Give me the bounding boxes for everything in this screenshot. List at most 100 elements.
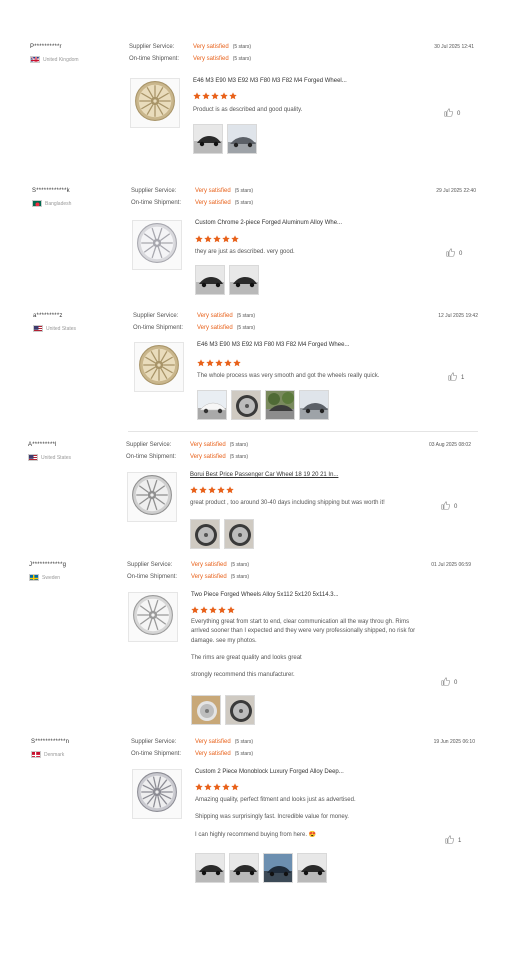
product-title-link[interactable]: E46 M3 E90 M3 E92 M3 F80 M3 F82 M4 Forge… xyxy=(193,78,347,84)
on-time-shipment-label: On-time Shipment: xyxy=(126,454,177,460)
thumbs-up-icon xyxy=(448,372,457,383)
supplier-service-value: Very satisfied (5 stars) xyxy=(197,313,255,319)
review-date: 19 Jun 2025 06:10 xyxy=(433,739,475,745)
review-divider xyxy=(128,431,478,432)
on-time-shipment-label: On-time Shipment: xyxy=(131,751,182,757)
black-car-photo[interactable] xyxy=(297,853,327,883)
product-title-link[interactable]: Custom 2 Piece Monoblock Luxury Forged A… xyxy=(195,769,344,775)
on-time-shipment-value: Very satisfied (5 stars) xyxy=(193,56,251,62)
on-time-shipment-text: Very satisfied xyxy=(190,454,226,460)
star-icon xyxy=(204,783,212,791)
thumbs-up-icon xyxy=(441,677,450,688)
supplier-service-value: Very satisfied (5 stars) xyxy=(190,442,248,448)
on-time-shipment-text: Very satisfied xyxy=(195,751,231,757)
us-flag-icon xyxy=(28,454,38,461)
comment-paragraph: great product , too around 30-40 days in… xyxy=(190,500,385,506)
star-icon xyxy=(206,359,214,367)
like-button[interactable]: 0 xyxy=(444,108,460,119)
rating-stars xyxy=(190,486,234,494)
star-icon xyxy=(191,606,199,614)
star-icon xyxy=(217,486,225,494)
review-date: 30 Jul 2025 12:41 xyxy=(434,44,474,50)
thumbs-up-icon xyxy=(446,248,455,259)
like-button[interactable]: 1 xyxy=(448,372,464,383)
rating-stars xyxy=(191,606,235,614)
on-time-shipment-label: On-time Shipment: xyxy=(127,574,178,580)
white-car-photo[interactable] xyxy=(197,390,227,420)
rating-stars xyxy=(195,235,239,243)
chrome-wheel-icon xyxy=(136,222,178,269)
reviewer-name: P**********r xyxy=(30,44,62,50)
star-icon xyxy=(195,235,203,243)
supplier-service-value: Very satisfied (5 stars) xyxy=(195,188,253,194)
thumbs-up-icon xyxy=(444,108,453,119)
wheel-photo[interactable] xyxy=(231,390,261,420)
supplier-service-stars: (5 stars) xyxy=(232,44,252,50)
supplier-service-text: Very satisfied xyxy=(191,562,227,568)
review-photos xyxy=(190,519,254,549)
like-button[interactable]: 0 xyxy=(441,501,457,512)
product-thumbnail[interactable] xyxy=(134,342,184,392)
review-comment: Everything great from start to end, clea… xyxy=(191,618,421,688)
on-time-shipment-text: Very satisfied xyxy=(193,56,229,62)
supplier-service-stars: (5 stars) xyxy=(230,562,250,568)
review-photos xyxy=(195,265,259,295)
black-car-photo[interactable] xyxy=(229,853,259,883)
like-button[interactable]: 0 xyxy=(446,248,462,259)
uk-flag-icon xyxy=(30,56,40,63)
supplier-service-stars: (5 stars) xyxy=(236,313,256,319)
product-thumbnail[interactable] xyxy=(130,78,180,128)
star-icon xyxy=(211,92,219,100)
rating-stars xyxy=(193,92,237,100)
country-label: Denmark xyxy=(44,751,65,758)
supplier-service-text: Very satisfied xyxy=(195,188,231,194)
reviewer-name: S************n xyxy=(31,739,70,745)
supplier-service-label: Supplier Service: xyxy=(127,562,173,568)
comment-paragraph: strongly recommend this manufacturer. xyxy=(191,672,295,679)
star-icon xyxy=(204,235,212,243)
mesh-wheel-icon xyxy=(136,771,178,818)
star-icon xyxy=(224,359,232,367)
review-date: 01 Jul 2025 06:59 xyxy=(431,562,471,568)
wheel-photo[interactable] xyxy=(190,519,220,549)
on-time-shipment-stars: (5 stars) xyxy=(234,751,254,757)
wheel-photo[interactable] xyxy=(224,519,254,549)
like-button[interactable]: 1 xyxy=(445,835,461,846)
black-car-photo[interactable] xyxy=(229,265,259,295)
black-car-photo[interactable] xyxy=(195,265,225,295)
product-title-link[interactable]: E46 M3 E90 M3 E92 M3 F80 M3 F82 M4 Forge… xyxy=(197,342,349,348)
like-button[interactable]: 0 xyxy=(441,677,457,688)
star-icon xyxy=(199,486,207,494)
review-date: 03 Aug 2025 08:02 xyxy=(429,442,471,448)
review-comment: they are just as described. very good. xyxy=(195,248,455,265)
thumbs-up-icon xyxy=(441,501,450,512)
blue-car-photo[interactable] xyxy=(263,853,293,883)
wheel-box-photo[interactable] xyxy=(191,695,221,725)
product-title-link[interactable]: Two Piece Forged Wheels Alloy 5x112 5x12… xyxy=(191,592,339,598)
product-thumbnail[interactable] xyxy=(132,769,182,819)
wheel-photo[interactable] xyxy=(225,695,255,725)
us-flag-icon xyxy=(33,325,43,332)
black-car-photo[interactable] xyxy=(193,124,223,154)
on-time-shipment-label: On-time Shipment: xyxy=(129,56,180,62)
grey-car-photo[interactable] xyxy=(227,124,257,154)
black-car-photo[interactable] xyxy=(195,853,225,883)
on-time-shipment-stars: (5 stars) xyxy=(230,574,250,580)
review-date: 12 Jul 2025 19:42 xyxy=(438,313,478,319)
grey-car-photo[interactable] xyxy=(299,390,329,420)
reviewer-country: Sweden xyxy=(29,574,60,581)
tree-car-photo[interactable] xyxy=(265,390,295,420)
comment-paragraph: they are just as described. very good. xyxy=(195,249,295,255)
product-thumbnail[interactable] xyxy=(128,592,178,642)
review-photos xyxy=(197,390,329,420)
on-time-shipment-stars: (5 stars) xyxy=(229,454,249,460)
star-icon xyxy=(197,359,205,367)
product-thumbnail[interactable] xyxy=(127,472,177,522)
product-title-link[interactable]: Borui Best Price Passenger Car Wheel 18 … xyxy=(190,472,338,478)
star-icon xyxy=(227,606,235,614)
product-title-link[interactable]: Custom Chrome 2-piece Forged Aluminum Al… xyxy=(195,220,342,226)
product-thumbnail[interactable] xyxy=(132,220,182,270)
country-label: Sweden xyxy=(42,574,61,581)
country-label: United Kingdom xyxy=(43,56,79,63)
comment-paragraph: The whole process was very smooth and go… xyxy=(197,373,380,379)
